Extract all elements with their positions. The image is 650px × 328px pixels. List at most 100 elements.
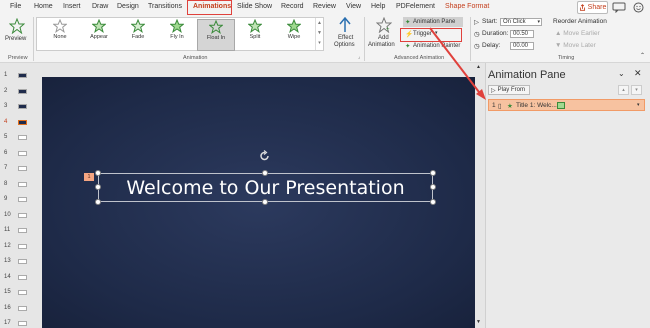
preview-button[interactable]: Preview: [4, 17, 30, 53]
play-from-label: Play From: [497, 87, 525, 93]
thumbnail-number: 14: [4, 273, 11, 280]
resize-handle[interactable]: [262, 170, 268, 176]
anim-appear[interactable]: Appear: [80, 19, 118, 51]
collapse-ribbon-icon[interactable]: ⌃: [640, 52, 645, 59]
move-up-button[interactable]: ▴: [618, 85, 629, 95]
slide-thumbnail[interactable]: [18, 243, 27, 249]
pane-title: Animation Pane: [488, 69, 566, 81]
gallery-scroll[interactable]: ▲ ▼ ▾: [315, 18, 323, 50]
menu-pdfelement[interactable]: PDFelement: [396, 3, 435, 10]
duration-input[interactable]: 00.50: [510, 30, 534, 38]
animation-pane-button[interactable]: ✦ Animation Pane: [403, 17, 463, 27]
comment-icon[interactable]: [612, 2, 626, 13]
menu-transitions[interactable]: Transitions: [148, 3, 182, 10]
slide-thumbnail[interactable]: [18, 259, 27, 264]
smiley-icon[interactable]: [633, 2, 644, 13]
thumbnail-number: 13: [4, 258, 11, 264]
delay-input[interactable]: 00.00: [510, 42, 534, 50]
play-from-button[interactable]: ▷ Play From: [488, 85, 530, 95]
delay-value: 00.00: [513, 43, 529, 49]
animation-list-item[interactable]: 1 ▯ ★ Title 1: Welc... ▾: [488, 99, 645, 111]
menu-design[interactable]: Design: [117, 3, 139, 10]
anim-float-in-label: Float In: [206, 35, 226, 41]
share-icon: [579, 4, 585, 11]
trigger-button[interactable]: ⚡ Trigger ▾: [403, 29, 463, 39]
anim-fly-in[interactable]: Fly In: [158, 19, 196, 51]
slide-thumbnail[interactable]: [18, 135, 27, 140]
resize-handle[interactable]: [95, 170, 101, 176]
menu-bar: File Home Insert Draw Design Transitions…: [0, 0, 650, 15]
start-select[interactable]: On Click ▾: [500, 18, 542, 26]
menu-review[interactable]: Review: [313, 3, 336, 10]
slide-thumbnail[interactable]: [18, 181, 27, 187]
timing-group-label: Timing: [558, 55, 575, 61]
arrow-up-icon: [339, 17, 351, 32]
slide-thumbnail[interactable]: [18, 228, 27, 233]
menu-record[interactable]: Record: [281, 3, 304, 10]
anim-fade[interactable]: Fade: [119, 19, 157, 51]
slide-thumbnail[interactable]: [18, 88, 27, 94]
slide-thumbnail[interactable]: [18, 119, 27, 125]
anim-wipe-label: Wipe: [287, 34, 301, 40]
anim-fly-in-label: Fly In: [170, 34, 184, 40]
menu-draw[interactable]: Draw: [92, 3, 108, 10]
anim-float-in[interactable]: Float In: [197, 19, 235, 51]
move-later-button[interactable]: ▼ Move Later: [555, 42, 596, 49]
star-outline-icon: [53, 19, 67, 33]
pane-options-icon[interactable]: ⌄: [618, 69, 625, 78]
slide-thumbnail[interactable]: [18, 104, 27, 109]
anim-split[interactable]: Split: [236, 19, 274, 51]
menu-home[interactable]: Home: [34, 3, 53, 10]
dialog-launcher-icon[interactable]: ⌟: [358, 54, 360, 60]
slide-thumbnail[interactable]: [18, 290, 27, 295]
slide-thumbnail[interactable]: [18, 73, 27, 78]
resize-handle[interactable]: [95, 184, 101, 190]
menu-slide-show[interactable]: Slide Show: [237, 3, 272, 10]
trigger-icon: ⚡: [405, 31, 414, 38]
resize-handle[interactable]: [262, 199, 268, 205]
vertical-scrollbar[interactable]: ▲ ▼: [475, 63, 483, 328]
resize-handle[interactable]: [430, 199, 436, 205]
anim-wipe[interactable]: Wipe: [275, 19, 313, 51]
menu-view[interactable]: View: [346, 3, 361, 10]
menu-insert[interactable]: Insert: [63, 3, 81, 10]
share-button[interactable]: Share: [577, 1, 608, 14]
play-icon: ▷: [474, 19, 479, 26]
slide-thumbnail[interactable]: [18, 274, 27, 280]
move-earlier-button[interactable]: ▲ Move Earlier: [555, 30, 600, 37]
effect-label-1: Effect: [338, 35, 354, 41]
move-down-button[interactable]: ▾: [631, 85, 642, 95]
duration-label: Duration:: [482, 30, 509, 37]
slide-thumbnail[interactable]: [18, 305, 27, 311]
resize-handle[interactable]: [430, 170, 436, 176]
scroll-down-icon[interactable]: ▼: [476, 319, 481, 325]
resize-handle[interactable]: [430, 184, 436, 190]
slide[interactable]: [42, 77, 475, 328]
slide-thumbnail[interactable]: [18, 166, 27, 171]
slide-thumbnail[interactable]: [18, 212, 27, 218]
add-animation-button[interactable]: + Add Animation: [368, 17, 400, 53]
chevron-down-icon[interactable]: ▾: [637, 102, 640, 108]
menu-file[interactable]: File: [10, 3, 21, 10]
animation-painter-button[interactable]: ✦ Animation Painter: [403, 41, 467, 51]
slide-thumbnail[interactable]: [18, 321, 27, 326]
close-icon[interactable]: ✕: [634, 68, 642, 79]
preview-group-label: Preview: [8, 55, 28, 61]
slide-thumbnail[interactable]: [18, 197, 27, 202]
menu-help[interactable]: Help: [371, 3, 385, 10]
share-label: Share: [587, 4, 607, 11]
star-green-icon: [170, 19, 184, 33]
thumbnail-number: 5: [4, 134, 8, 140]
menu-shape-format[interactable]: Shape Format: [445, 3, 489, 10]
slide-title[interactable]: Welcome to Our Presentation: [98, 173, 433, 202]
resize-handle[interactable]: [95, 199, 101, 205]
item-label: Title 1: Welc...: [516, 102, 557, 109]
delay-label: Delay:: [482, 42, 501, 49]
scroll-up-icon[interactable]: ▲: [476, 64, 481, 70]
thumbnail-number: 4: [4, 118, 8, 125]
effect-options-button[interactable]: Effect Options: [332, 17, 358, 53]
advanced-group-label: Advanced Animation: [394, 55, 445, 61]
slide-thumbnail[interactable]: [18, 150, 27, 156]
anim-none[interactable]: None: [41, 19, 79, 51]
rotate-handle-icon[interactable]: [259, 150, 271, 162]
